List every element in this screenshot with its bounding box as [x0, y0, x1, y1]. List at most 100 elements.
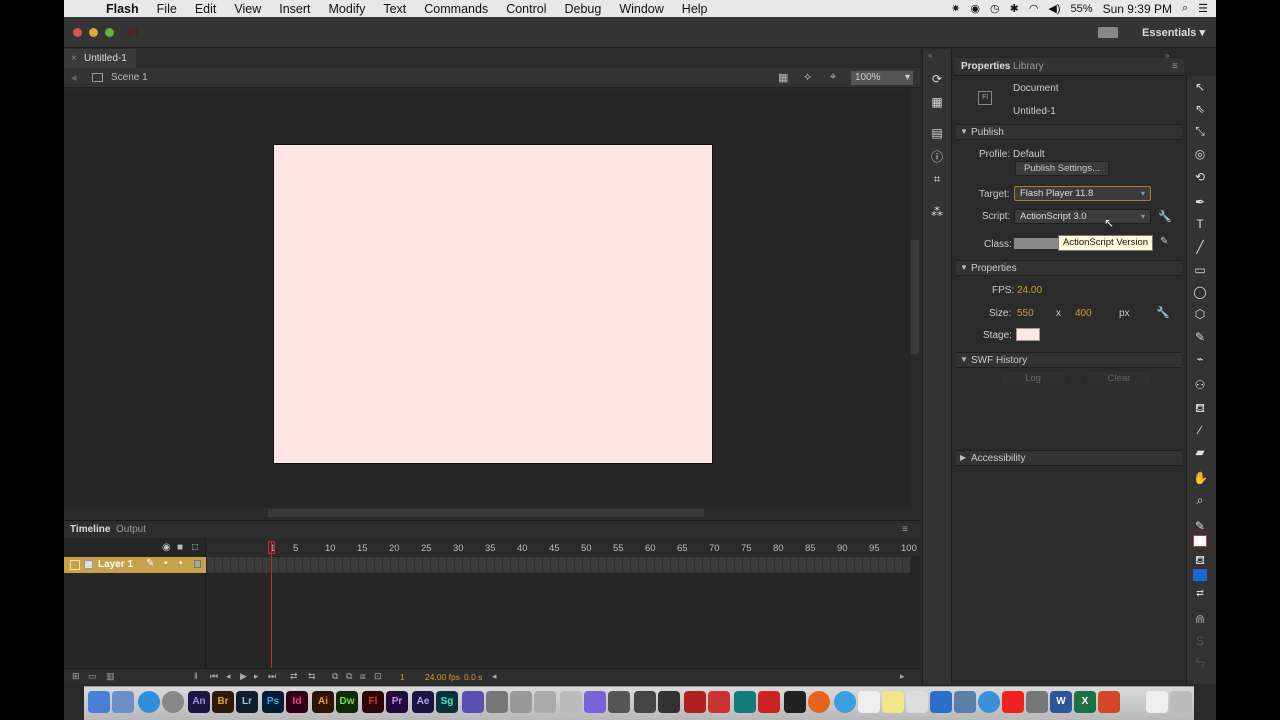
- menu-commands[interactable]: Commands: [415, 2, 497, 16]
- clock[interactable]: Sun 9:39 PM: [1103, 2, 1172, 16]
- dreamweaver-icon[interactable]: Dw: [336, 691, 358, 713]
- free-transform-tool-icon[interactable]: ⤡: [1193, 124, 1207, 138]
- layer-frames[interactable]: [207, 557, 910, 573]
- height-value[interactable]: 400: [1075, 308, 1092, 319]
- edit-scene-icon[interactable]: ▦: [778, 71, 788, 84]
- menu-modify[interactable]: Modify: [320, 2, 375, 16]
- stage-color-swatch[interactable]: [1016, 328, 1040, 341]
- clear-button[interactable]: Clear: [1086, 371, 1152, 386]
- onion-skin-icon[interactable]: ⧉: [332, 671, 338, 682]
- visible-dot-icon[interactable]: •: [164, 558, 168, 569]
- brush-app-icon[interactable]: [608, 691, 630, 713]
- align-panel-icon[interactable]: ▦: [930, 95, 944, 109]
- after-effects-icon[interactable]: Ae: [412, 691, 434, 713]
- menu-debug[interactable]: Debug: [555, 2, 610, 16]
- pen-tool-app-icon[interactable]: [634, 691, 656, 713]
- fill-color-icon[interactable]: ⛾: [1193, 553, 1207, 567]
- stroke-color-swatch[interactable]: [1193, 535, 1207, 547]
- unity-icon[interactable]: [784, 691, 806, 713]
- play-icon[interactable]: ▶: [240, 671, 247, 682]
- workspace-sync-icon[interactable]: [1098, 27, 1118, 38]
- firefox-icon[interactable]: [808, 691, 830, 713]
- time-machine-icon[interactable]: ◷: [990, 2, 1000, 15]
- edit-class-icon[interactable]: ✎: [1160, 236, 1168, 247]
- volume-icon[interactable]: ◀): [1048, 2, 1060, 15]
- outline-all-icon[interactable]: □: [192, 542, 198, 553]
- swap-colors-icon[interactable]: ⇄: [1193, 586, 1207, 600]
- menu-edit[interactable]: Edit: [186, 2, 226, 16]
- publish-settings-button[interactable]: Publish Settings...: [1015, 161, 1109, 176]
- zoom-window-button[interactable]: [105, 28, 114, 37]
- pencil-tool-icon[interactable]: ✎: [1193, 330, 1207, 344]
- line-tool-icon[interactable]: ╱: [1193, 240, 1207, 254]
- layer-row[interactable]: Layer 1 ✎ • •: [64, 557, 206, 573]
- pen-app-icon[interactable]: [560, 691, 582, 713]
- zoom-tool-icon[interactable]: ⌕: [1193, 493, 1207, 507]
- bluetooth-icon[interactable]: ✱: [1010, 2, 1019, 15]
- launchpad-icon[interactable]: [112, 691, 134, 713]
- show-hide-all-icon[interactable]: ◉: [162, 542, 171, 553]
- extension-manager-icon[interactable]: [462, 691, 484, 713]
- frame-ruler[interactable]: 1 5 10 15 20 25 30 35 40 45 50 55 60 65 70 75 80 85 90 95 10…: [206, 538, 972, 556]
- wrench-icon[interactable]: 🔧: [1156, 306, 1170, 319]
- scene-label[interactable]: Scene 1: [111, 72, 148, 83]
- menu-window[interactable]: Window: [610, 2, 672, 16]
- lightroom-icon[interactable]: Lr: [236, 691, 258, 713]
- layer-name[interactable]: Layer 1: [98, 559, 133, 570]
- tab-timeline[interactable]: Timeline: [70, 524, 110, 535]
- frame-rate[interactable]: 24.00 fps: [425, 672, 460, 682]
- pdf-icon[interactable]: [1002, 691, 1024, 713]
- panel-menu-icon[interactable]: ≡: [1172, 61, 1178, 72]
- elapsed-time[interactable]: 0.0 s: [464, 672, 482, 682]
- speedgrade-icon[interactable]: Sg: [436, 691, 458, 713]
- stage-canvas[interactable]: [273, 144, 713, 464]
- outline-color-icon[interactable]: [194, 560, 201, 568]
- 3d-rotation-tool-icon[interactable]: ◎: [1193, 147, 1207, 161]
- photo-app-icon[interactable]: [708, 691, 730, 713]
- flash-dock-icon[interactable]: Fl: [362, 691, 384, 713]
- record-status-icon[interactable]: ◉: [970, 2, 980, 15]
- step-forward-icon[interactable]: ▸: [254, 671, 259, 682]
- excel-icon[interactable]: X: [1074, 691, 1096, 713]
- premiere-icon[interactable]: Pr: [386, 691, 408, 713]
- edit-multiple-icon[interactable]: ⧈: [360, 671, 366, 682]
- bridge-icon[interactable]: Br: [212, 691, 234, 713]
- width-value[interactable]: 550: [1017, 308, 1034, 319]
- wrench-icon[interactable]: 🔧: [1158, 210, 1172, 223]
- scissors-app-icon[interactable]: [510, 691, 532, 713]
- app-store-icon[interactable]: [930, 691, 952, 713]
- tab-output[interactable]: Output: [116, 524, 146, 535]
- section-publish[interactable]: ▼ Publish: [956, 124, 1182, 140]
- scroll-left-icon[interactable]: ◂: [492, 671, 497, 682]
- hand-tool-icon[interactable]: ✋: [1193, 471, 1208, 485]
- eraser-tool-icon[interactable]: ▰: [1193, 445, 1207, 459]
- selection-tool-icon[interactable]: ↖: [1193, 80, 1207, 94]
- tab-properties[interactable]: Properties: [961, 61, 1010, 72]
- color-panel-icon[interactable]: ▤: [930, 126, 944, 140]
- lasso-tool-icon[interactable]: ⟲: [1193, 170, 1207, 184]
- fill-color-swatch[interactable]: [1193, 569, 1207, 581]
- paint-bucket-tool-icon[interactable]: ⛾: [1193, 401, 1207, 415]
- battery-status[interactable]: 55%: [1071, 3, 1093, 15]
- back-arrow-icon[interactable]: ◂: [71, 71, 77, 84]
- lock-dot-icon[interactable]: •: [179, 558, 183, 569]
- subselection-tool-icon[interactable]: ⇖: [1193, 102, 1207, 116]
- modify-markers-icon[interactable]: ⊡: [374, 671, 382, 682]
- red-app-icon[interactable]: [684, 691, 706, 713]
- motion-presets-icon[interactable]: ⟳: [930, 72, 944, 86]
- gear-status-icon[interactable]: ✷: [951, 2, 960, 15]
- bone-tool-icon[interactable]: ⚇: [1193, 378, 1207, 392]
- pen-tool-icon[interactable]: ✒: [1193, 195, 1207, 209]
- photos-icon[interactable]: [954, 691, 976, 713]
- menu-text[interactable]: Text: [374, 2, 415, 16]
- minimize-window-button[interactable]: [89, 28, 98, 37]
- onion-outline-icon[interactable]: ⧉: [346, 671, 352, 682]
- go-to-last-icon[interactable]: ⏭: [268, 671, 276, 682]
- new-folder-icon[interactable]: ▭: [88, 671, 97, 682]
- transform-panel-icon[interactable]: ⌗: [930, 172, 944, 186]
- utility-icon[interactable]: [486, 691, 508, 713]
- fps-value[interactable]: 24.00: [1017, 285, 1042, 296]
- workspace-switcher[interactable]: Essentials ▾: [1142, 26, 1205, 39]
- brush-tool-icon[interactable]: ⌁: [1193, 352, 1207, 366]
- loop-icon[interactable]: ⇄: [290, 671, 298, 682]
